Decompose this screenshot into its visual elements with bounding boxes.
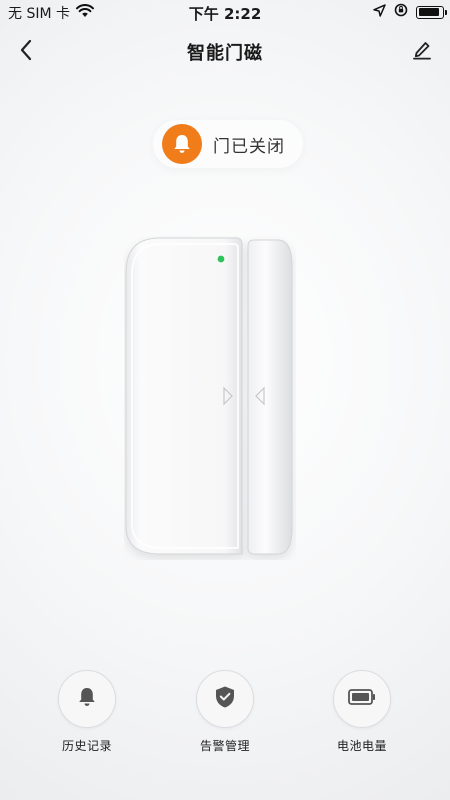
bell-icon (77, 686, 97, 712)
status-led (217, 255, 225, 263)
history-button[interactable]: 历史记录 (32, 670, 142, 754)
battery-level-circle[interactable] (333, 670, 391, 728)
alarm-management-button[interactable]: 告警管理 (170, 670, 280, 754)
battery-fill (418, 8, 440, 16)
battery-indicator (416, 5, 447, 19)
battery-level-label: 电池电量 (336, 739, 387, 753)
page-title: 智能门磁 (187, 43, 263, 64)
bell-icon (162, 124, 202, 164)
location-arrow-icon (373, 3, 386, 21)
status-right (373, 3, 447, 21)
battery-icon (348, 689, 376, 709)
door-status-pill: 门已关闭 (153, 120, 303, 168)
nav-bar: 智能门磁 (0, 30, 450, 74)
magnet-body (247, 239, 293, 555)
edit-button[interactable] (404, 34, 440, 70)
sensor-body (125, 237, 243, 555)
shield-check-icon (214, 685, 236, 713)
status-bar: 无 SIM 卡 下午 2:22 (0, 0, 450, 24)
door-status-label: 门已关闭 (213, 136, 285, 157)
bottom-actions: 历史记录 告警管理 电池电量 (0, 670, 450, 770)
alarm-management-label: 告警管理 (199, 739, 250, 753)
history-label: 历史记录 (61, 739, 112, 753)
pencil-icon (412, 40, 432, 64)
battery-level-button[interactable]: 电池电量 (307, 670, 417, 754)
orientation-lock-icon (394, 3, 408, 21)
alarm-management-circle[interactable] (196, 670, 254, 728)
door-sensor-illustration (124, 236, 296, 560)
history-circle[interactable] (58, 670, 116, 728)
